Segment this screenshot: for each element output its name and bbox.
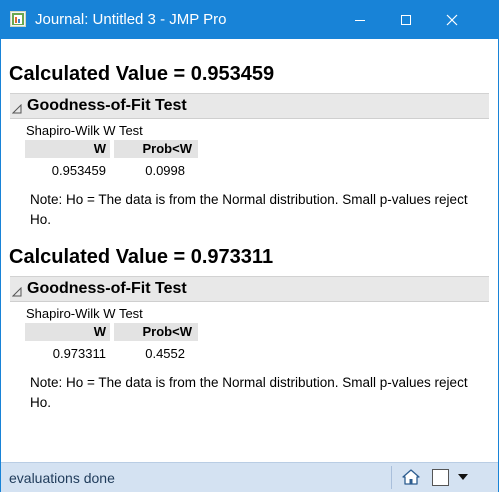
close-button[interactable] [429, 1, 475, 39]
close-icon [446, 14, 458, 26]
cell-prob-value: 0.4552 [145, 346, 185, 361]
disclosure-triangle-icon[interactable] [11, 284, 22, 297]
maximize-icon [401, 15, 411, 25]
window-title: Journal: Untitled 3 - JMP Pro [35, 11, 227, 28]
home-icon [402, 469, 420, 485]
calculated-value-title: Calculated Value = 0.973311 [9, 246, 274, 268]
minimize-icon [355, 20, 365, 21]
journal-window: Journal: Untitled 3 - JMP Pro Calculated… [0, 0, 499, 492]
status-bar: evaluations done [1, 462, 498, 492]
column-header-prob: Prob<W [114, 140, 198, 158]
test-name: Shapiro-Wilk W Test [26, 306, 143, 321]
cell-prob-value: 0.0998 [145, 163, 185, 178]
outline-header[interactable]: Goodness-of-Fit Test [10, 93, 489, 119]
home-button[interactable] [400, 467, 422, 488]
jmp-journal-icon [10, 11, 26, 27]
column-header-w: W [25, 323, 110, 341]
outline-header[interactable]: Goodness-of-Fit Test [10, 276, 489, 302]
dropdown-button[interactable] [455, 469, 471, 486]
cell-w-value: 0.953459 [51, 163, 106, 178]
note-text: Note: Ho = The data is from the Normal d… [30, 375, 468, 410]
cell-w-value: 0.973311 [52, 346, 106, 361]
outline-title: Goodness-of-Fit Test [27, 97, 187, 114]
minimize-button[interactable] [337, 1, 383, 39]
column-header-w: W [25, 140, 110, 158]
disclosure-triangle-icon[interactable] [11, 101, 22, 114]
calculated-value-title: Calculated Value = 0.953459 [9, 63, 275, 85]
test-name: Shapiro-Wilk W Test [26, 123, 143, 138]
journal-content: Calculated Value = 0.953459 Goodness-of-… [1, 39, 498, 460]
checkbox-icon[interactable] [432, 469, 449, 486]
maximize-button[interactable] [383, 1, 429, 39]
outline-title: Goodness-of-Fit Test [27, 280, 187, 297]
status-divider [391, 466, 392, 489]
column-header-prob: Prob<W [114, 323, 198, 341]
status-text: evaluations done [9, 470, 115, 486]
dropdown-arrow-icon [458, 474, 468, 480]
title-bar[interactable]: Journal: Untitled 3 - JMP Pro [1, 1, 498, 39]
note-text: Note: Ho = The data is from the Normal d… [30, 192, 468, 227]
